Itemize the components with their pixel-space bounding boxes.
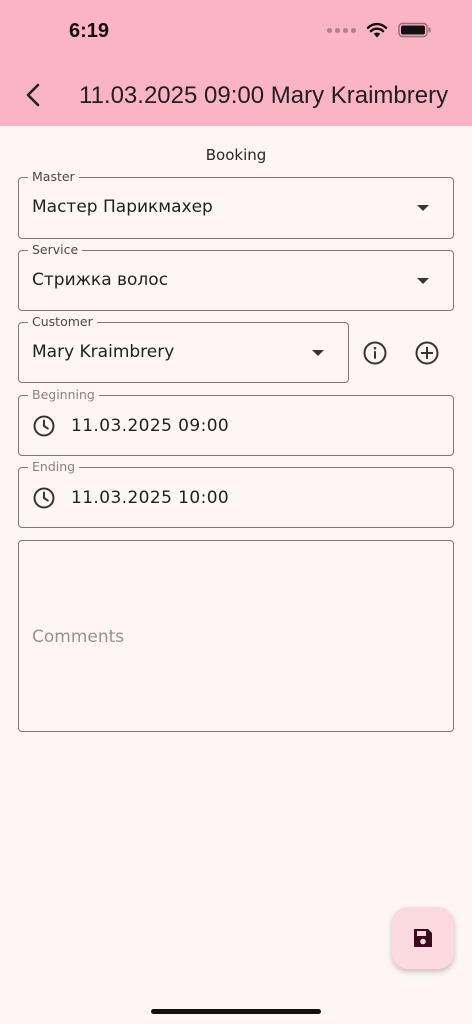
service-label: Service xyxy=(28,242,83,258)
cellular-signal-icon xyxy=(327,27,356,33)
customer-label: Customer xyxy=(28,314,97,330)
master-value: Мастер Парикмахер xyxy=(32,197,213,217)
customer-value: Mary Kraimbrery xyxy=(32,342,175,362)
back-button[interactable] xyxy=(18,80,48,110)
home-indicator xyxy=(151,1009,321,1014)
add-customer-icon[interactable] xyxy=(414,340,440,366)
master-label: Master xyxy=(28,169,79,185)
battery-icon xyxy=(398,22,431,38)
save-icon xyxy=(414,929,432,947)
status-icons xyxy=(327,22,432,38)
dropdown-arrow-icon xyxy=(312,350,324,356)
service-value: Стрижка волос xyxy=(32,270,169,290)
page-title: 11.03.2025 09:00 Mary Kraimbrery xyxy=(79,82,449,109)
dropdown-arrow-icon xyxy=(417,205,429,211)
beginning-field[interactable]: Beginning 11.03.2025 09:00 xyxy=(18,387,454,456)
beginning-value: 11.03.2025 09:00 xyxy=(71,416,230,436)
ending-field[interactable]: Ending 11.03.2025 10:00 xyxy=(18,459,454,528)
service-dropdown[interactable]: Service Стрижка волос xyxy=(18,242,454,311)
dropdown-arrow-icon xyxy=(417,278,429,284)
status-time: 6:19 xyxy=(69,20,110,42)
comments-field[interactable]: Comments xyxy=(18,540,454,732)
section-title: Booking xyxy=(205,146,267,164)
clock-icon xyxy=(33,487,55,509)
comments-placeholder: Comments xyxy=(32,627,125,647)
master-dropdown[interactable]: Master Мастер Парикмахер xyxy=(18,169,454,239)
beginning-label: Beginning xyxy=(28,387,99,403)
back-arrow-icon xyxy=(26,83,40,107)
wifi-icon xyxy=(366,22,388,38)
ending-label: Ending xyxy=(28,459,80,475)
save-button[interactable] xyxy=(392,907,454,969)
info-icon[interactable] xyxy=(362,340,388,366)
app-bar: 6:19 11.03.2025 09:00 Mary Kraimbrery xyxy=(0,0,472,126)
customer-dropdown[interactable]: Customer Mary Kraimbrery xyxy=(18,314,349,383)
clock-icon xyxy=(33,415,55,437)
ending-value: 11.03.2025 10:00 xyxy=(71,488,230,508)
